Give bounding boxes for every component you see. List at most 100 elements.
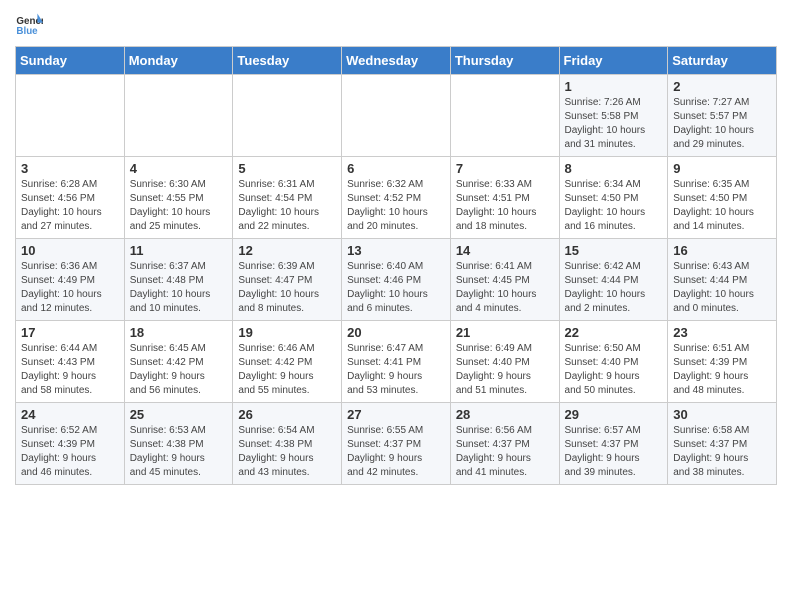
calendar-table: SundayMondayTuesdayWednesdayThursdayFrid…: [15, 46, 777, 485]
day-info: Sunrise: 6:42 AM Sunset: 4:44 PM Dayligh…: [565, 260, 663, 316]
day-info: Sunrise: 6:33 AM Sunset: 4:51 PM Dayligh…: [456, 178, 554, 234]
day-number: 22: [565, 325, 663, 340]
week-row-2: 3 Sunrise: 6:28 AM Sunset: 4:56 PM Daylig…: [16, 157, 777, 239]
day-info: Sunrise: 6:53 AM Sunset: 4:38 PM Dayligh…: [130, 424, 228, 480]
day-cell: 7 Sunrise: 6:33 AM Sunset: 4:51 PM Daylig…: [450, 157, 559, 239]
day-info: Sunrise: 6:30 AM Sunset: 4:55 PM Dayligh…: [130, 178, 228, 234]
day-info: Sunrise: 6:47 AM Sunset: 4:41 PM Dayligh…: [347, 342, 445, 398]
logo: General Blue: [15, 10, 47, 38]
day-info: Sunrise: 6:44 AM Sunset: 4:43 PM Dayligh…: [21, 342, 119, 398]
day-info: Sunrise: 6:49 AM Sunset: 4:40 PM Dayligh…: [456, 342, 554, 398]
week-row-5: 24 Sunrise: 6:52 AM Sunset: 4:39 PM Dayli…: [16, 403, 777, 485]
week-row-1: 1Sunrise: 7:26 AM Sunset: 5:58 PM Daylig…: [16, 75, 777, 157]
header: General Blue: [15, 10, 777, 38]
day-number: 16: [673, 243, 771, 258]
day-cell: 12 Sunrise: 6:39 AM Sunset: 4:47 PM Dayli…: [233, 239, 342, 321]
day-number: 15: [565, 243, 663, 258]
day-number: 23: [673, 325, 771, 340]
day-number: 26: [238, 407, 336, 422]
day-cell: 5Sunrise: 6:31 AM Sunset: 4:54 PM Daylig…: [233, 157, 342, 239]
day-cell: 1Sunrise: 7:26 AM Sunset: 5:58 PM Daylig…: [559, 75, 668, 157]
day-cell: 19Sunrise: 6:46 AM Sunset: 4:42 PM Dayli…: [233, 321, 342, 403]
day-cell: 26 Sunrise: 6:54 AM Sunset: 4:38 PM Dayli…: [233, 403, 342, 485]
day-number: 11: [130, 243, 228, 258]
day-info: Sunrise: 6:46 AM Sunset: 4:42 PM Dayligh…: [238, 342, 336, 398]
day-info: Sunrise: 7:27 AM Sunset: 5:57 PM Dayligh…: [673, 96, 771, 152]
day-number: 21: [456, 325, 554, 340]
day-info: Sunrise: 6:40 AM Sunset: 4:46 PM Dayligh…: [347, 260, 445, 316]
day-number: 9: [673, 161, 771, 176]
day-number: 29: [565, 407, 663, 422]
day-number: 3: [21, 161, 119, 176]
header-wednesday: Wednesday: [342, 47, 451, 75]
day-info: Sunrise: 6:36 AM Sunset: 4:49 PM Dayligh…: [21, 260, 119, 316]
day-cell: 11Sunrise: 6:37 AM Sunset: 4:48 PM Dayli…: [124, 239, 233, 321]
day-info: Sunrise: 6:35 AM Sunset: 4:50 PM Dayligh…: [673, 178, 771, 234]
day-info: Sunrise: 6:34 AM Sunset: 4:50 PM Dayligh…: [565, 178, 663, 234]
day-cell: 25 Sunrise: 6:53 AM Sunset: 4:38 PM Dayli…: [124, 403, 233, 485]
day-cell: 4 Sunrise: 6:30 AM Sunset: 4:55 PM Daylig…: [124, 157, 233, 239]
day-number: 14: [456, 243, 554, 258]
logo-icon: General Blue: [15, 10, 43, 38]
day-number: 5: [238, 161, 336, 176]
day-number: 2: [673, 79, 771, 94]
day-info: Sunrise: 6:57 AM Sunset: 4:37 PM Dayligh…: [565, 424, 663, 480]
day-number: 24: [21, 407, 119, 422]
day-number: 27: [347, 407, 445, 422]
day-number: 20: [347, 325, 445, 340]
day-number: 7: [456, 161, 554, 176]
day-cell: 22 Sunrise: 6:50 AM Sunset: 4:40 PM Dayli…: [559, 321, 668, 403]
day-cell: 16Sunrise: 6:43 AM Sunset: 4:44 PM Dayli…: [668, 239, 777, 321]
day-cell: 23 Sunrise: 6:51 AM Sunset: 4:39 PM Dayli…: [668, 321, 777, 403]
calendar-header-row: SundayMondayTuesdayWednesdayThursdayFrid…: [16, 47, 777, 75]
day-cell: [233, 75, 342, 157]
day-cell: 2 Sunrise: 7:27 AM Sunset: 5:57 PM Daylig…: [668, 75, 777, 157]
day-number: 8: [565, 161, 663, 176]
day-cell: 8 Sunrise: 6:34 AM Sunset: 4:50 PM Daylig…: [559, 157, 668, 239]
day-cell: 6 Sunrise: 6:32 AM Sunset: 4:52 PM Daylig…: [342, 157, 451, 239]
day-number: 10: [21, 243, 119, 258]
day-cell: 20 Sunrise: 6:47 AM Sunset: 4:41 PM Dayli…: [342, 321, 451, 403]
svg-text:Blue: Blue: [16, 26, 38, 37]
week-row-3: 10 Sunrise: 6:36 AM Sunset: 4:49 PM Dayli…: [16, 239, 777, 321]
header-tuesday: Tuesday: [233, 47, 342, 75]
header-friday: Friday: [559, 47, 668, 75]
day-info: Sunrise: 6:52 AM Sunset: 4:39 PM Dayligh…: [21, 424, 119, 480]
day-number: 13: [347, 243, 445, 258]
day-info: Sunrise: 6:28 AM Sunset: 4:56 PM Dayligh…: [21, 178, 119, 234]
day-info: Sunrise: 6:41 AM Sunset: 4:45 PM Dayligh…: [456, 260, 554, 316]
day-number: 4: [130, 161, 228, 176]
day-cell: 3 Sunrise: 6:28 AM Sunset: 4:56 PM Daylig…: [16, 157, 125, 239]
day-info: Sunrise: 6:51 AM Sunset: 4:39 PM Dayligh…: [673, 342, 771, 398]
day-info: Sunrise: 6:50 AM Sunset: 4:40 PM Dayligh…: [565, 342, 663, 398]
day-info: Sunrise: 6:56 AM Sunset: 4:37 PM Dayligh…: [456, 424, 554, 480]
day-number: 6: [347, 161, 445, 176]
day-cell: 30 Sunrise: 6:58 AM Sunset: 4:37 PM Dayli…: [668, 403, 777, 485]
day-cell: 10 Sunrise: 6:36 AM Sunset: 4:49 PM Dayli…: [16, 239, 125, 321]
day-info: Sunrise: 6:58 AM Sunset: 4:37 PM Dayligh…: [673, 424, 771, 480]
header-saturday: Saturday: [668, 47, 777, 75]
header-sunday: Sunday: [16, 47, 125, 75]
day-info: Sunrise: 6:32 AM Sunset: 4:52 PM Dayligh…: [347, 178, 445, 234]
day-number: 1: [565, 79, 663, 94]
header-thursday: Thursday: [450, 47, 559, 75]
day-cell: 14 Sunrise: 6:41 AM Sunset: 4:45 PM Dayli…: [450, 239, 559, 321]
day-cell: 21 Sunrise: 6:49 AM Sunset: 4:40 PM Dayli…: [450, 321, 559, 403]
day-number: 30: [673, 407, 771, 422]
day-number: 18: [130, 325, 228, 340]
day-cell: 27 Sunrise: 6:55 AM Sunset: 4:37 PM Dayli…: [342, 403, 451, 485]
day-cell: [450, 75, 559, 157]
header-monday: Monday: [124, 47, 233, 75]
day-info: Sunrise: 6:45 AM Sunset: 4:42 PM Dayligh…: [130, 342, 228, 398]
day-number: 25: [130, 407, 228, 422]
day-info: Sunrise: 6:54 AM Sunset: 4:38 PM Dayligh…: [238, 424, 336, 480]
day-info: Sunrise: 6:55 AM Sunset: 4:37 PM Dayligh…: [347, 424, 445, 480]
week-row-4: 17 Sunrise: 6:44 AM Sunset: 4:43 PM Dayli…: [16, 321, 777, 403]
day-number: 17: [21, 325, 119, 340]
day-cell: [16, 75, 125, 157]
day-cell: 29 Sunrise: 6:57 AM Sunset: 4:37 PM Dayli…: [559, 403, 668, 485]
day-cell: 24 Sunrise: 6:52 AM Sunset: 4:39 PM Dayli…: [16, 403, 125, 485]
day-number: 12: [238, 243, 336, 258]
day-info: Sunrise: 6:39 AM Sunset: 4:47 PM Dayligh…: [238, 260, 336, 316]
day-cell: [124, 75, 233, 157]
